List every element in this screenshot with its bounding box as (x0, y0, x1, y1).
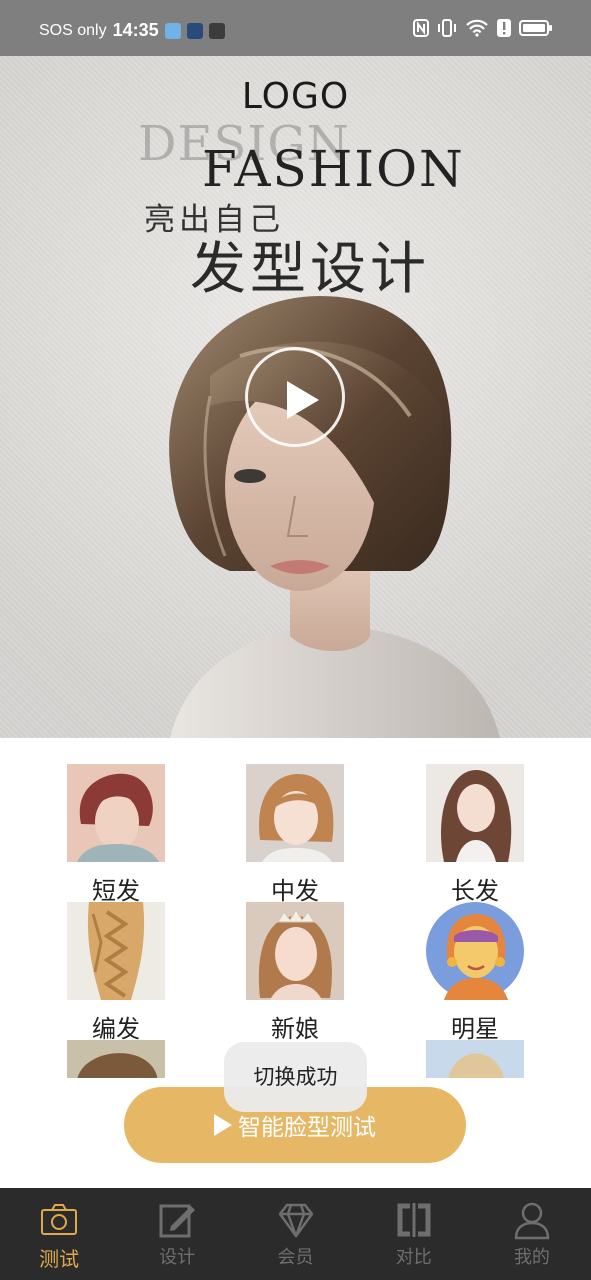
edit-icon (159, 1204, 196, 1238)
tab-label-membership: 会员 (277, 1247, 314, 1268)
tab-test[interactable]: 测试 (0, 1188, 118, 1280)
hairstyle-braid[interactable]: 编发 (66, 902, 166, 1044)
alert-icon (497, 19, 511, 37)
hairstyle-label-short: 短发 (92, 877, 140, 905)
clock: 14:35 (112, 20, 159, 40)
hairstyle-medium[interactable]: 中发 (245, 764, 345, 906)
user-app-icon (208, 22, 225, 39)
hairstyle-long[interactable]: 长发 (425, 764, 525, 906)
face-shape-test-label: 智能脸型测试 (238, 1115, 376, 1141)
hairstyle-thumb-long (426, 764, 524, 862)
hairstyle-thumb-short (67, 764, 165, 862)
hairstyle-label-celebrity: 明星 (451, 1015, 499, 1043)
hero-headline: FASHION (202, 140, 465, 198)
tab-membership[interactable]: 会员 (236, 1188, 354, 1280)
user-icon (514, 1202, 550, 1240)
hero-banner[interactable]: DESIGN LOGO FASHION 亮出自己 发型设计 (0, 56, 591, 738)
bottom-tab-bar: 测试 设计 会员 对比 我的 (0, 1188, 591, 1280)
tab-label-test: 测试 (39, 1247, 80, 1271)
tab-design[interactable]: 设计 (118, 1188, 236, 1280)
camera-icon (41, 1204, 78, 1235)
hairstyle-label-long: 长发 (451, 877, 499, 905)
hairstyle-grid: 短发 中发 长发 编发 新娘 明星 (0, 738, 591, 1078)
hairstyle-thumb-medium (246, 764, 344, 862)
vibrate-icon (438, 19, 456, 37)
diamond-icon (278, 1203, 313, 1238)
nfc-icon (413, 19, 429, 37)
video-play-button[interactable] (245, 347, 345, 447)
tab-mine[interactable]: 我的 (473, 1188, 591, 1280)
hairstyle-thumb-row3-left (67, 1040, 165, 1078)
hero-logo: LOGO (241, 76, 350, 117)
tab-compare[interactable]: 对比 (355, 1188, 473, 1280)
hairstyle-row3-left[interactable] (66, 1040, 166, 1078)
hairstyle-thumb-bride (246, 902, 344, 1000)
hairstyle-row3-right[interactable] (425, 1040, 525, 1078)
status-bar: SOS only 14:35 (0, 0, 591, 56)
wifi-icon (466, 19, 488, 37)
app-notification-icon (164, 22, 181, 39)
hairstyle-short[interactable]: 短发 (66, 764, 166, 906)
hairstyle-thumb-row3-right (426, 1040, 524, 1078)
play-icon (214, 1114, 232, 1136)
hairstyle-label-medium: 中发 (271, 877, 319, 905)
tab-label-mine: 我的 (513, 1247, 550, 1268)
carrier-label: SOS only (39, 21, 107, 39)
tab-label-design: 设计 (159, 1247, 196, 1268)
hairstyle-thumb-braid (67, 902, 165, 1000)
hairstyle-celebrity[interactable]: 明星 (425, 902, 525, 1044)
hairstyle-thumb-celebrity (426, 902, 524, 1000)
hero-slogan-big: 发型设计 (190, 237, 430, 302)
compare-icon (397, 1203, 431, 1237)
hairstyle-label-braid: 编发 (92, 1015, 140, 1043)
hairstyle-label-bride: 新娘 (271, 1015, 319, 1043)
location-app-icon (186, 22, 203, 39)
battery-icon (519, 20, 552, 36)
hairstyle-bride[interactable]: 新娘 (245, 902, 345, 1044)
toast-message: 切换成功 (224, 1042, 367, 1112)
tab-label-compare: 对比 (395, 1247, 432, 1268)
